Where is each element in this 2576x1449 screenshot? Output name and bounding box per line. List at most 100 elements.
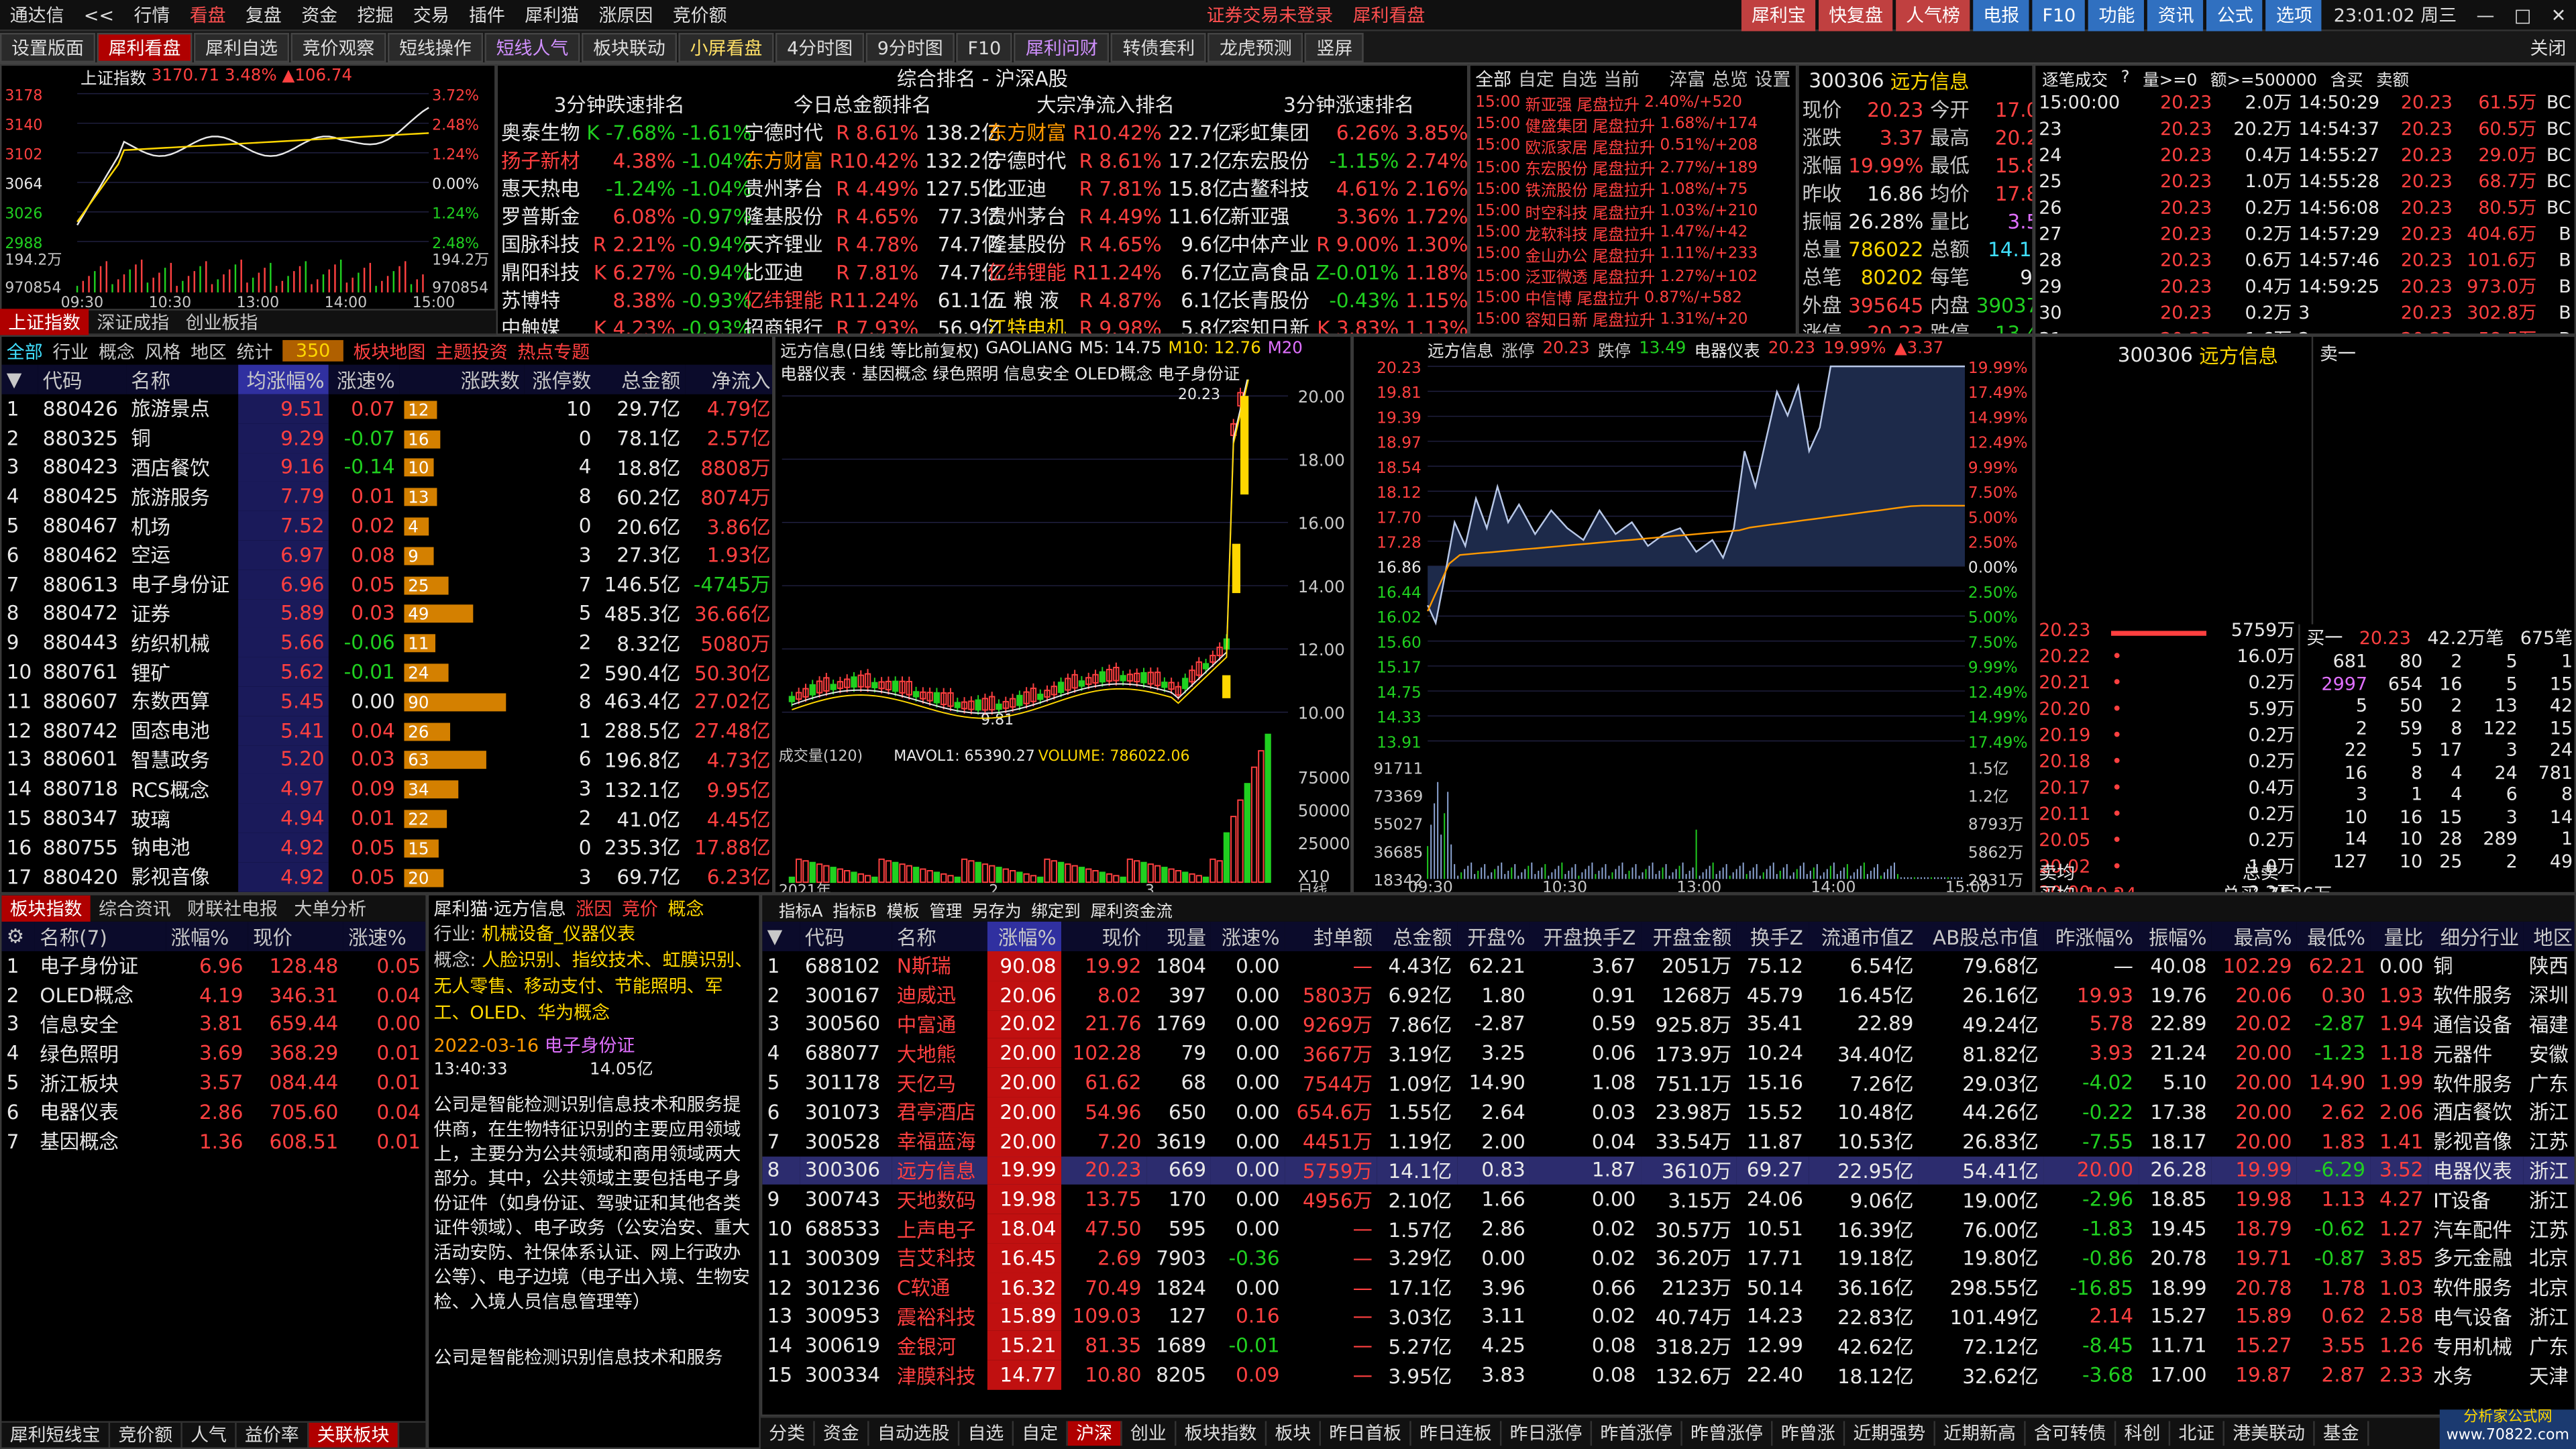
- rank-row[interactable]: 宁德时代 R 8.61% 17.2亿: [984, 146, 1235, 174]
- rank-row[interactable]: 彩虹集团 6.26% 3.85%: [1227, 118, 1467, 146]
- layout-tab-10[interactable]: F10: [956, 32, 1013, 63]
- stock-row[interactable]: 11 300309 吉艾科技 16.45 2.69 7903 -0.36 — 3.29亿 0.00…: [762, 1243, 2574, 1273]
- menu-right-button-4[interactable]: F10: [2032, 0, 2086, 31]
- alert-row[interactable]: 15:00 健盛集团 尾盘拉升 1.68%/+174: [1470, 113, 1796, 136]
- menu-right-button-7[interactable]: 公式: [2207, 0, 2263, 31]
- menu-right-button-3[interactable]: 电报: [1973, 0, 2029, 31]
- stock-header-cell[interactable]: 开盘金额: [1640, 921, 1737, 951]
- stock-header-cell[interactable]: 开盘换手Z: [1530, 921, 1641, 951]
- board-row[interactable]: 12 880742 固态电池 5.41 0.04 26 1 288.5亿 27.48亿: [1, 716, 772, 745]
- rank-row[interactable]: 招商银行 R 7.93% 56.9亿: [741, 314, 1004, 333]
- rank-row[interactable]: 国脉科技 R 2.21% -0.94%: [498, 230, 755, 258]
- menu-item-8[interactable]: 涨原因: [589, 0, 663, 30]
- rank-row[interactable]: 隆基股份 R 4.65% 77.3亿: [741, 202, 1004, 230]
- layout-tab-8[interactable]: 4分时图: [775, 32, 865, 63]
- sector-header-cell[interactable]: 涨速%: [343, 921, 426, 951]
- bottom-tab-18[interactable]: 科创: [2116, 1421, 2171, 1446]
- info-tab-1[interactable]: 涨因: [576, 896, 612, 922]
- sector-bottom-tab-4[interactable]: 关联板块: [309, 1422, 400, 1448]
- menu-item-3[interactable]: 资金: [292, 0, 347, 30]
- bottom-tab-17[interactable]: 含可转债: [2026, 1421, 2116, 1446]
- tick-header-item[interactable]: 含买: [2330, 66, 2363, 90]
- menu-item-1[interactable]: 看盘: [180, 0, 235, 30]
- stock-row[interactable]: 13 300953 震裕科技 15.89 109.03 127 0.16 — 3.03亿 3.11…: [762, 1301, 2574, 1332]
- xili-kanpan-link[interactable]: 犀利看盘: [1343, 0, 1435, 30]
- menu-item-2[interactable]: 复盘: [235, 0, 291, 30]
- close-tab-button[interactable]: 关闭: [2520, 34, 2576, 60]
- bottom-tab-2[interactable]: 自动选股: [869, 1421, 960, 1446]
- tick-header-item[interactable]: 逐笔成交: [2042, 66, 2108, 90]
- board-tab-1[interactable]: 行业: [52, 337, 89, 364]
- bottom-tab-16[interactable]: 近期新高: [1935, 1421, 2026, 1446]
- board-row[interactable]: 1 880426 旅游景点 9.51 0.07 12 10 29.7亿 4.79亿: [1, 394, 772, 424]
- alert-row[interactable]: 15:00 泛亚微透 尾盘拉升 1.27%/+102: [1470, 266, 1796, 288]
- alert-row[interactable]: 15:00 新亚强 尾盘拉升 2.40%/+520: [1470, 92, 1796, 115]
- bottom-tab-14[interactable]: 昨曾涨: [1772, 1421, 1845, 1446]
- board-row[interactable]: 9 880443 纺织机械 5.66 -0.06 11 2 8.32亿 5080万: [1, 628, 772, 658]
- rank-row[interactable]: 中体产业 R 9.00% 1.30%: [1227, 230, 1467, 258]
- board-row[interactable]: 17 880420 影视音像 4.92 0.05 20 3 69.7亿 6.23亿: [1, 862, 772, 892]
- ob-level-row[interactable]: 20.17 • 0.4万: [2035, 773, 2298, 800]
- tick-header-item[interactable]: ?: [2121, 68, 2130, 87]
- sector-row[interactable]: 5 浙江板块 3.57 084.44 0.01: [1, 1068, 425, 1097]
- sector-row[interactable]: 1 电子身份证 6.96 128.48 0.05: [1, 951, 425, 981]
- layout-tab-3[interactable]: 竞价观察: [290, 32, 386, 63]
- board-header-cell[interactable]: 净流入: [685, 364, 773, 394]
- close-icon[interactable]: ✕: [2541, 0, 2576, 30]
- rank-row[interactable]: 东方财富 R10.42% 132.2亿: [741, 146, 1004, 174]
- bottom-tab-21[interactable]: 基金: [2315, 1421, 2369, 1446]
- kline-toolbar-tab-3[interactable]: 管理: [929, 896, 962, 921]
- stock-header-cell[interactable]: 换手Z: [1736, 921, 1809, 951]
- menu-right-button-8[interactable]: 选项: [2266, 0, 2322, 31]
- ob-level-row[interactable]: 20.20 • 5.9万: [2035, 695, 2298, 721]
- board-tab-3[interactable]: 风格: [145, 337, 181, 364]
- rank-row[interactable]: 宁德时代 R 8.61% 138.2亿: [741, 118, 1004, 146]
- index-tab-1[interactable]: 深证成指: [89, 309, 177, 335]
- stock-row[interactable]: 14 300619 金银河 15.21 81.35 1689 -0.01 — 5.27亿 4.25…: [762, 1331, 2574, 1361]
- stock-row[interactable]: 7 300528 幸福蓝海 20.00 7.20 3619 0.00 4451万 1.19亿 2.…: [762, 1126, 2574, 1157]
- board-row[interactable]: 14 880718 RCS概念 4.97 0.09 34 3 132.1亿 9.95亿: [1, 774, 772, 804]
- stock-header-cell[interactable]: AB股总市值: [1918, 921, 2044, 951]
- ob-level-row[interactable]: 20.05 • 0.2万: [2035, 826, 2298, 853]
- board-header-cell[interactable]: 代码: [38, 364, 126, 394]
- sector-bottom-tab-2[interactable]: 人气: [182, 1422, 237, 1448]
- board-link-1[interactable]: 主题投资: [435, 337, 508, 364]
- menu-right-button-0[interactable]: 犀利宝: [1741, 0, 1816, 31]
- kline-toolbar-tab-4[interactable]: 另存为: [972, 896, 1021, 921]
- menu-right-button-1[interactable]: 快复盘: [1819, 0, 1893, 31]
- menu-right-button-2[interactable]: 人气榜: [1896, 0, 1970, 31]
- sector-header-cell[interactable]: 名称(7): [35, 921, 166, 951]
- alert-row[interactable]: 15:00 龙软科技 尾盘拉升 1.47%/+42: [1470, 222, 1796, 245]
- stock-row[interactable]: 9 300743 天地数码 19.98 13.75 170 0.00 4956万 2.10亿 1.…: [762, 1185, 2574, 1215]
- bottom-tab-1[interactable]: 资金: [815, 1421, 869, 1446]
- menu-right-button-5[interactable]: 功能: [2088, 0, 2145, 31]
- sector-header-cell[interactable]: 现价: [248, 921, 343, 951]
- menu-right-button-6[interactable]: 资讯: [2147, 0, 2204, 31]
- layout-tab-7[interactable]: 小屏看盘: [678, 32, 774, 63]
- layout-tab-11[interactable]: 犀利问财: [1014, 32, 1110, 63]
- alert-row[interactable]: 15:00 时空科技 尾盘拉升 1.03%/+210: [1470, 201, 1796, 223]
- rank-row[interactable]: 惠天热电 -1.24% -1.04%: [498, 174, 755, 203]
- sector-header-cell[interactable]: 涨幅%: [166, 921, 248, 951]
- rank-row[interactable]: 苏博特 8.38% -0.93%: [498, 286, 755, 314]
- sector-tab-3[interactable]: 大单分析: [286, 896, 374, 922]
- rank-row[interactable]: 比亚迪 R 7.81% 15.8亿: [984, 174, 1235, 203]
- info-tab-0[interactable]: 犀利猫·远方信息: [434, 896, 566, 922]
- minimize-icon[interactable]: —: [2467, 0, 2504, 30]
- login-notice[interactable]: 证券交易未登录: [1197, 0, 1343, 30]
- ob-level-row[interactable]: 20.21 • 0.2万: [2035, 669, 2298, 695]
- menu-item-7[interactable]: 犀利猫: [515, 0, 589, 30]
- bottom-tab-8[interactable]: 板块: [1267, 1421, 1321, 1446]
- layout-tab-1[interactable]: 犀利看盘: [97, 32, 193, 63]
- rank-row[interactable]: 比亚迪 R 7.81% 74.7亿: [741, 258, 1004, 286]
- maximize-icon[interactable]: □: [2504, 0, 2541, 30]
- bottom-tab-10[interactable]: 昨日连板: [1411, 1421, 1502, 1446]
- kline-chart-svg[interactable]: 20.00 18.00 16.00 14.00 12.00 10.00 20.23 9.81 成…: [775, 379, 1352, 894]
- rank-row[interactable]: 容知日新 K 3.83% 1.13%: [1227, 314, 1467, 333]
- board-header-cell[interactable]: 均涨幅%: [238, 364, 329, 394]
- bottom-tab-4[interactable]: 自定: [1014, 1421, 1068, 1446]
- bottom-tab-11[interactable]: 昨日涨停: [1501, 1421, 1593, 1446]
- rank-row[interactable]: 扬子新材 4.38% -1.04%: [498, 146, 755, 174]
- rank-row[interactable]: 长青股份 -0.43% 1.15%: [1227, 286, 1467, 314]
- stock-row[interactable]: 4 688077 大地熊 20.00 102.28 79 0.00 3667万 3.19亿 3.2…: [762, 1038, 2574, 1069]
